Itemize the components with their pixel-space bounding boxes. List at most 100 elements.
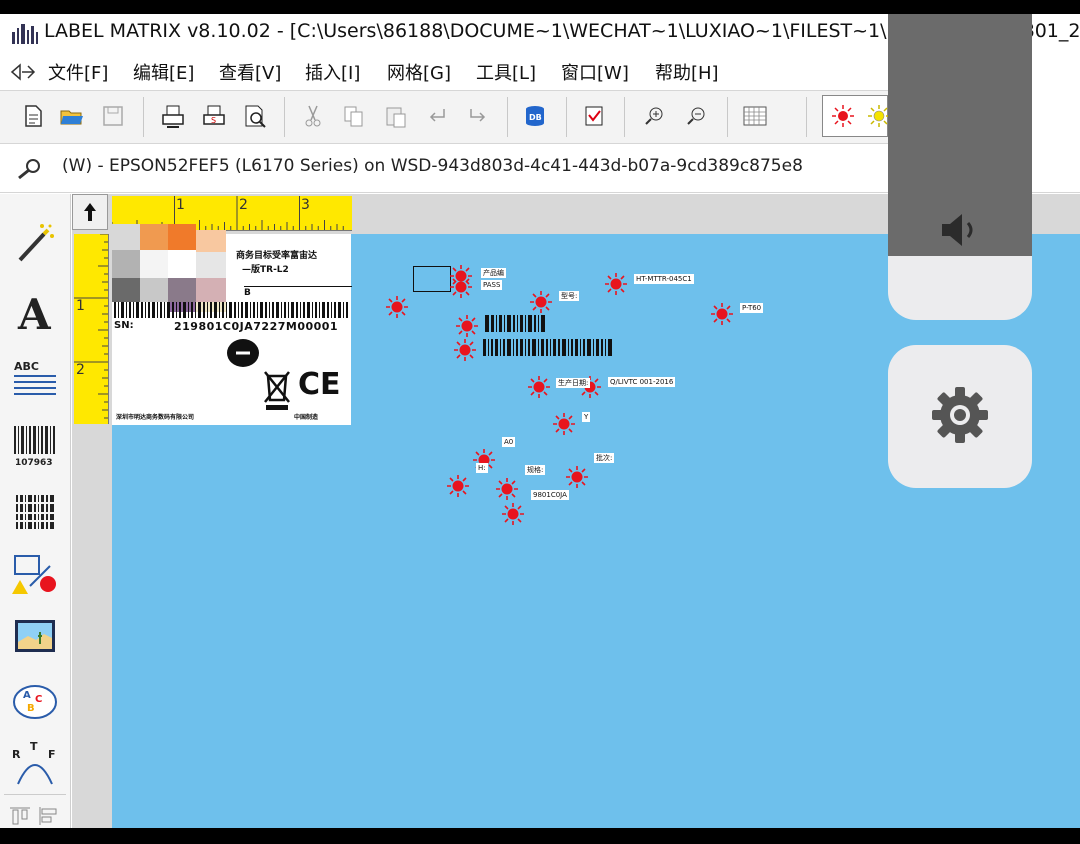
print-preview-icon[interactable] bbox=[242, 103, 268, 129]
field-tag[interactable]: P-T60 bbox=[740, 303, 764, 313]
redo-icon[interactable] bbox=[465, 103, 491, 129]
selection-box[interactable] bbox=[413, 266, 451, 292]
object-marker[interactable] bbox=[455, 314, 479, 338]
print-icon[interactable] bbox=[160, 103, 186, 129]
palette-divider bbox=[4, 794, 66, 795]
new-file-icon[interactable] bbox=[20, 103, 46, 129]
toolbar-separator bbox=[624, 97, 625, 137]
field-tag[interactable]: Q/LIVTC 001-2016 bbox=[608, 377, 676, 387]
toolbar-separator bbox=[806, 97, 807, 137]
red-light-icon[interactable] bbox=[830, 103, 856, 129]
object-marker[interactable] bbox=[446, 474, 470, 498]
zoom-out-icon[interactable] bbox=[684, 103, 710, 129]
menu-tools[interactable]: 工具[L] bbox=[476, 59, 536, 85]
shapes-tool-icon[interactable] bbox=[12, 552, 58, 598]
weee-bin-icon bbox=[264, 371, 290, 410]
field-tag[interactable]: 批次: bbox=[594, 453, 615, 463]
object-marker[interactable] bbox=[565, 465, 589, 489]
speaker-icon bbox=[942, 214, 973, 246]
printer-selector-icon[interactable] bbox=[16, 158, 42, 180]
barcode-tool-icon[interactable]: 107963 bbox=[12, 422, 58, 468]
label-footer-left: 深圳市明达商务数码有限公司 bbox=[116, 414, 195, 421]
object-marker[interactable] bbox=[527, 375, 551, 399]
label-company-text: 商务目标受率富宙达 bbox=[236, 251, 318, 261]
cut-icon[interactable] bbox=[300, 103, 326, 129]
svg-text:S: S bbox=[211, 116, 216, 125]
object-marker[interactable] bbox=[529, 290, 553, 314]
menu-edit[interactable]: 编辑[E] bbox=[133, 59, 194, 85]
print-setup-icon[interactable]: S bbox=[201, 103, 227, 129]
app-menu-icon[interactable] bbox=[10, 62, 38, 82]
object-marker[interactable] bbox=[449, 275, 473, 299]
field-tag[interactable]: 9801C0JA bbox=[531, 490, 569, 500]
align-left-icon[interactable] bbox=[38, 806, 62, 826]
rich-text-palette-icon[interactable]: A CB bbox=[12, 678, 58, 724]
menu-insert[interactable]: 插入[I] bbox=[305, 59, 360, 85]
grid-icon[interactable] bbox=[742, 103, 768, 129]
svg-text:ABC: ABC bbox=[14, 360, 39, 373]
field-tag[interactable]: A0 bbox=[502, 437, 516, 447]
svg-text:A: A bbox=[23, 690, 31, 701]
text-tool-icon[interactable]: A bbox=[12, 289, 58, 335]
svg-text:F: F bbox=[48, 748, 56, 761]
zoom-in-icon[interactable] bbox=[642, 103, 668, 129]
open-folder-icon[interactable] bbox=[59, 103, 85, 129]
object-marker[interactable] bbox=[710, 302, 734, 326]
label-canvas[interactable]: 商务目标受率富宙达 —版TR-L2 B SN: 219801C0JA7227M0… bbox=[112, 224, 1080, 828]
label-footer-right: 中国制造 bbox=[294, 414, 319, 421]
menu-view[interactable]: 查看[V] bbox=[219, 59, 281, 85]
label-serial-number: 219801C0JA7227M00001 bbox=[174, 320, 339, 333]
field-tag[interactable]: HT-MTTR-045C1 bbox=[634, 274, 694, 284]
field-tag[interactable]: PASS bbox=[481, 280, 503, 290]
label-preview[interactable]: 商务目标受率富宙达 —版TR-L2 B SN: 219801C0JA7227M0… bbox=[112, 224, 352, 425]
menu-help[interactable]: 帮助[H] bbox=[655, 59, 719, 85]
volume-settings-button[interactable] bbox=[888, 345, 1032, 488]
object-marker[interactable] bbox=[495, 477, 519, 501]
object-marker[interactable] bbox=[453, 338, 477, 362]
object-marker[interactable] bbox=[385, 295, 409, 319]
2d-barcode-tool-icon[interactable] bbox=[12, 489, 58, 535]
save-disabled-icon[interactable] bbox=[100, 103, 126, 129]
barcode-object-long[interactable] bbox=[483, 339, 613, 356]
field-tag[interactable]: Y bbox=[582, 412, 591, 422]
object-marker[interactable] bbox=[501, 502, 525, 526]
toolbar-separator bbox=[507, 97, 508, 137]
vruler-label-1: 1 bbox=[76, 298, 85, 314]
volume-slider[interactable] bbox=[888, 14, 1032, 320]
undo-icon[interactable] bbox=[424, 103, 450, 129]
paste-icon[interactable] bbox=[383, 103, 409, 129]
field-tag[interactable]: 产品编 bbox=[481, 268, 506, 278]
align-top-icon[interactable] bbox=[8, 806, 32, 826]
gear-icon bbox=[932, 387, 988, 443]
check-document-icon[interactable] bbox=[581, 103, 607, 129]
menu-grid[interactable]: 网格[G] bbox=[387, 59, 451, 85]
menu-window[interactable]: 窗口[W] bbox=[561, 59, 629, 85]
field-tag[interactable]: H: bbox=[476, 463, 488, 473]
svg-text:T: T bbox=[30, 740, 38, 753]
pixelated-logo bbox=[112, 224, 237, 312]
menu-file[interactable]: 文件[F] bbox=[48, 59, 108, 85]
printer-name[interactable]: (W) - EPSON52FEF5 (L6170 Series) on WSD-… bbox=[62, 156, 803, 176]
toolbar-separator bbox=[727, 97, 728, 137]
label-barcode bbox=[114, 302, 348, 318]
object-marker[interactable] bbox=[552, 412, 576, 436]
wizard-wand-icon[interactable] bbox=[12, 220, 58, 266]
copy-icon[interactable] bbox=[341, 103, 367, 129]
object-marker[interactable] bbox=[604, 272, 628, 296]
field-tag[interactable]: 生产日期: bbox=[556, 378, 591, 388]
field-tag[interactable]: 规格: bbox=[525, 465, 546, 475]
vertical-ruler: 1 2 bbox=[74, 234, 109, 424]
paragraph-tool-icon[interactable]: ABC bbox=[12, 356, 58, 402]
svg-text:DB: DB bbox=[529, 113, 542, 122]
picture-tool-icon[interactable] bbox=[12, 614, 58, 660]
arc-text-tool-icon[interactable]: RTF bbox=[12, 740, 58, 786]
vruler-label-2: 2 bbox=[76, 362, 85, 378]
database-icon[interactable]: DB bbox=[522, 103, 548, 129]
field-tag[interactable]: 型号: bbox=[559, 291, 580, 301]
hruler-label-1: 1 bbox=[176, 197, 185, 213]
vertical-ruler-ticks bbox=[74, 234, 108, 419]
toolbar-separator bbox=[566, 97, 567, 137]
ruler-corner-button[interactable] bbox=[72, 194, 108, 230]
barcode-object-short[interactable] bbox=[485, 315, 545, 332]
toolbar-separator bbox=[143, 97, 144, 137]
